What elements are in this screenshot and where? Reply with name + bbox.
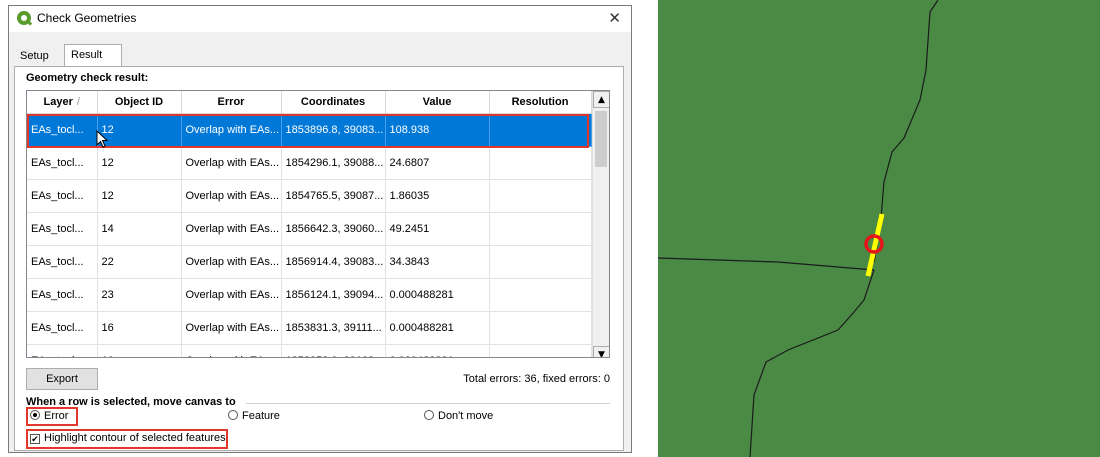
cell-value: 1.86035 [385,179,490,213]
cell-error: Overlap with EAs... [181,278,282,312]
highlight-contour-checkbox[interactable]: ✔ Highlight contour of selected features [30,432,226,444]
cell-object-id: 12 [97,146,182,180]
radio-error-indicator[interactable] [30,410,40,420]
radio-error[interactable]: Error [30,410,68,422]
cell-resolution [489,179,592,213]
table-row[interactable]: EAs_tocl... 12 Overlap with EAs... 1854296.… [27,146,592,180]
cell-resolution [489,245,592,279]
tab-setup[interactable]: Setup [14,48,62,66]
column-header-object-id[interactable]: Object ID [97,91,182,114]
cell-resolution [489,212,592,246]
column-header-error[interactable]: Error [181,91,282,114]
cell-error: Overlap with EAs... [181,311,282,345]
column-header-coordinates[interactable]: Coordinates [281,91,386,114]
cell-value: 108.938 [385,113,490,147]
cell-value: 0.000488281 [385,311,490,345]
cell-error: Overlap with EAs... [181,113,282,147]
table-row[interactable]: EAs_tocl... 16 Overlap with EAs... 1853831.… [27,311,592,345]
cell-error: Overlap with EAs... [181,212,282,246]
cell-resolution [489,146,592,180]
cell-error: Overlap with EAs... [181,245,282,279]
table-row[interactable]: EAs_tocl... 12 Overlap with EAs... 1853896.… [27,113,592,147]
cell-resolution [489,113,592,147]
cell-coordinates: 1854296.1, 39088... [281,146,386,180]
cell-object-id: 22 [97,245,182,279]
table-row[interactable]: EAs_tocl... 23 Overlap with EAs... 1856124.… [27,278,592,312]
cell-object-id: 12 [97,179,182,213]
cell-coordinates: 1853958.0, 39103... [281,344,386,357]
column-header-layer[interactable]: Layer / [27,91,98,114]
cell-coordinates: 1856914.4, 39083... [281,245,386,279]
radio-feature-label: Feature [242,410,280,422]
cell-resolution [489,344,592,357]
cell-layer: EAs_tocl... [27,113,98,147]
table-row[interactable]: EAs_tocl... 14 Overlap with EAs... 1856642.… [27,212,592,246]
table-row[interactable]: EAs_tocl...16Overlap with EAs...1853958.… [27,344,592,357]
export-button[interactable]: Export [26,368,98,390]
cell-coordinates: 1853831.3, 39111... [281,311,386,345]
cell-error: Overlap with EAs... [181,179,282,213]
cell-coordinates: 1854765.5, 39087... [281,179,386,213]
cell-resolution [489,311,592,345]
tab-result[interactable]: Result [64,44,122,67]
cell-layer: EAs_tocl... [27,212,98,246]
cell-value: 34.3843 [385,245,490,279]
cell-error: Overlap with EAs... [181,344,282,357]
radio-dont-move-label: Don't move [438,410,494,422]
scroll-down-icon[interactable]: ▼ [593,346,609,357]
radio-feature[interactable]: Feature [228,410,280,422]
total-errors-text: Total errors: 36, fixed errors: 0 [463,373,610,385]
table-header-row: Layer / Object ID Error Coordinates Value… [27,91,592,114]
scroll-up-icon[interactable]: ▲ [593,91,609,108]
scroll-thumb[interactable] [595,111,607,167]
column-header-value[interactable]: Value [385,91,490,114]
table-row[interactable]: EAs_tocl... 12 Overlap with EAs... 1854765.… [27,179,592,213]
sort-indicator: / [76,95,80,108]
cell-value: 49.2451 [385,212,490,246]
group-divider [246,403,610,404]
radio-error-label: Error [44,410,69,422]
title-bar: Check Geometries ✕ [9,6,631,32]
radio-dont-move-indicator[interactable] [424,410,434,420]
vertical-scrollbar[interactable]: ▲ ▼ [592,91,609,357]
close-icon[interactable]: ✕ [608,9,621,27]
cell-coordinates: 1853896.8, 39083... [281,113,386,147]
cell-coordinates: 1856124.1, 39094... [281,278,386,312]
radio-dont-move[interactable]: Don't move [424,410,493,422]
cell-coordinates: 1856642.3, 39060... [281,212,386,246]
window-title: Check Geometries [37,11,137,25]
cell-object-id: 16 [97,311,182,345]
geometry-check-result-label: Geometry check result: [26,72,149,84]
results-grid: Layer / Object ID Error Coordinates Value… [27,91,592,357]
highlight-contour-label: Highlight contour of selected features [44,432,226,444]
cell-value: 24.6807 [385,146,490,180]
cell-layer: EAs_tocl... [27,146,98,180]
cell-layer: EAs_tocl... [27,179,98,213]
cell-layer: EAs_tocl... [27,344,98,357]
column-header-resolution[interactable]: Resolution [489,91,592,114]
results-table[interactable]: Layer / Object ID Error Coordinates Value… [26,90,610,358]
cell-layer: EAs_tocl... [27,311,98,345]
cell-object-id: 14 [97,212,182,246]
cell-value: 0.000488281 [385,278,490,312]
map-canvas[interactable] [657,0,1100,457]
qgis-logo-icon [17,11,31,25]
radio-feature-indicator[interactable] [228,410,238,420]
move-canvas-label: When a row is selected, move canvas to [26,396,236,408]
map-features [657,0,1100,457]
checkbox-checked-icon[interactable]: ✔ [30,434,40,444]
cell-error: Overlap with EAs... [181,146,282,180]
table-row[interactable]: EAs_tocl... 22 Overlap with EAs... 1856914.… [27,245,592,279]
cell-object-id: 16 [97,344,182,357]
cell-layer: EAs_tocl... [27,278,98,312]
cell-layer: EAs_tocl... [27,245,98,279]
cell-object-id: 23 [97,278,182,312]
mouse-cursor-icon [96,130,109,148]
cell-resolution [489,278,592,312]
cell-value: 0.000488281 [385,344,490,357]
